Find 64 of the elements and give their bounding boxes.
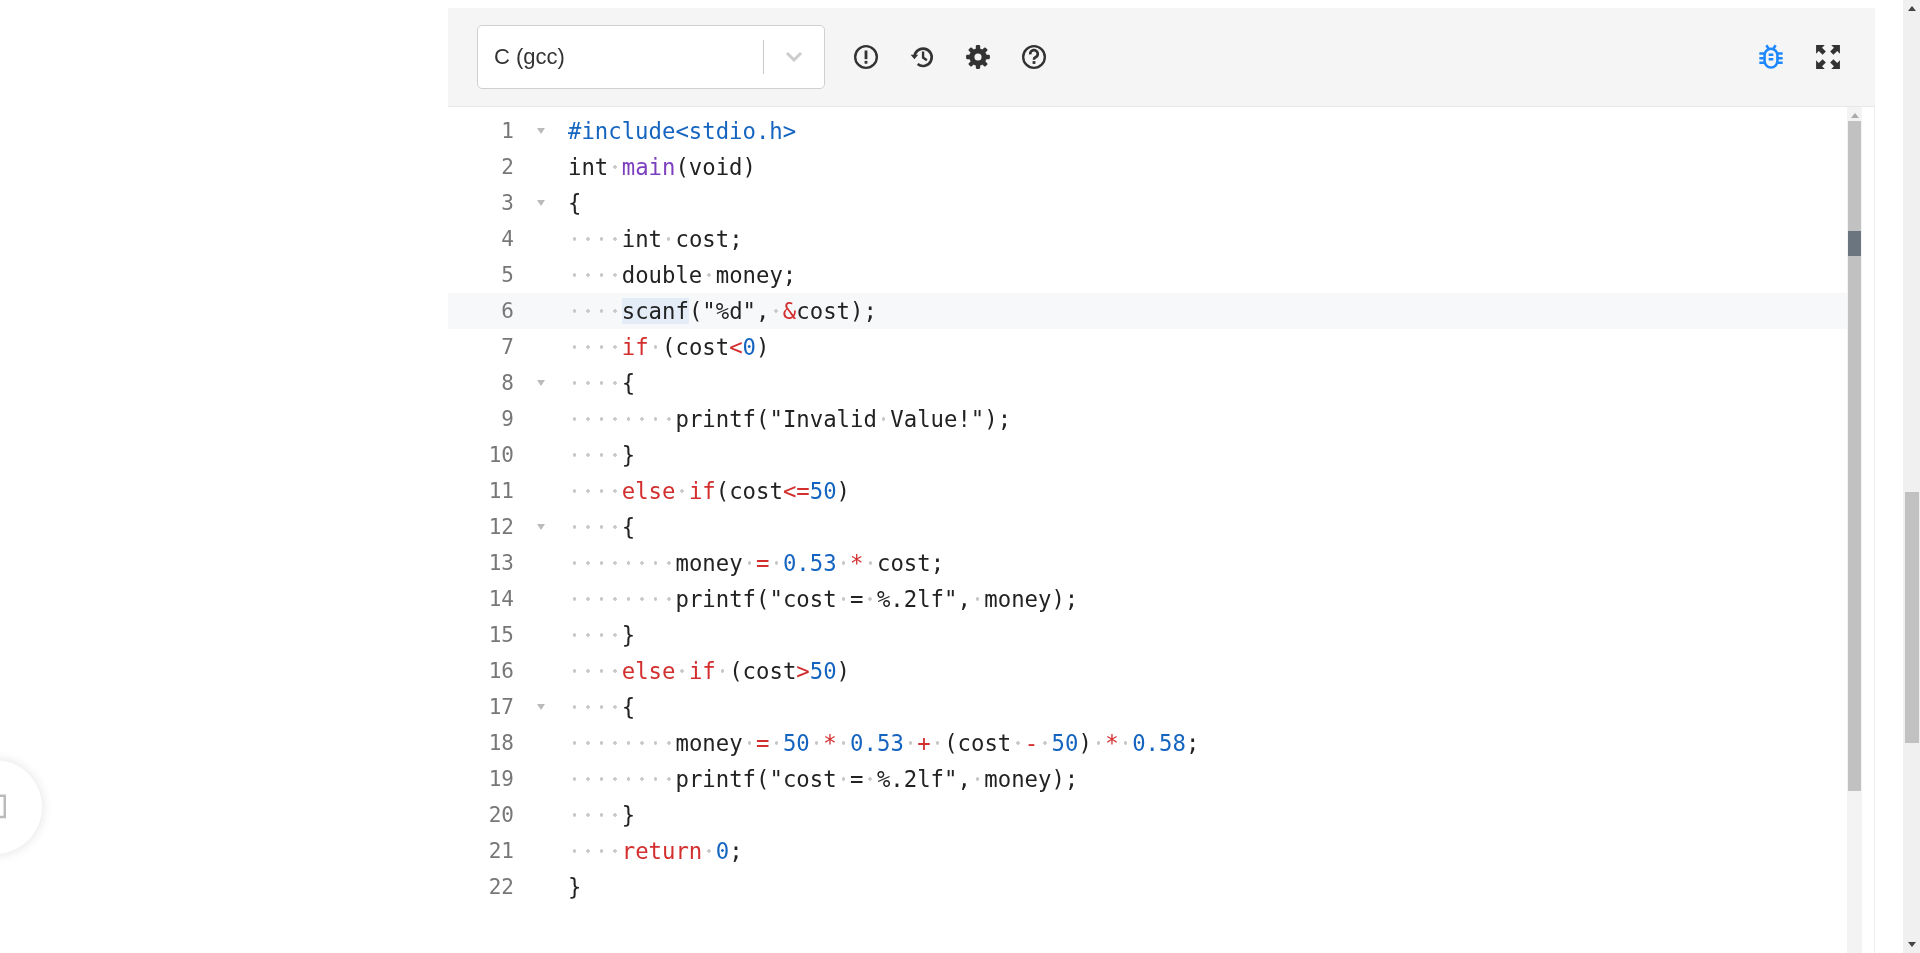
line-number: 14 — [487, 587, 514, 611]
code-line: double money; — [568, 262, 797, 288]
code-line: return 0; — [568, 838, 743, 864]
scroll-position-marker — [1848, 231, 1861, 256]
code-line: money = 0.53 * cost; — [568, 550, 945, 576]
line-number: 10 — [487, 443, 514, 467]
line-number: 9 — [500, 407, 514, 431]
code-line: { — [568, 190, 582, 216]
line-number: 3 — [500, 191, 514, 215]
line-number: 20 — [487, 803, 514, 827]
bug-icon[interactable] — [1757, 43, 1785, 71]
line-number: 6 — [500, 299, 514, 323]
line-number: 16 — [487, 659, 514, 683]
line-number: 12 — [487, 515, 514, 539]
code-line: { — [568, 514, 636, 540]
code-line: printf("cost = %.2lf", money); — [568, 586, 1079, 612]
fullscreen-icon[interactable] — [1815, 44, 1841, 70]
fold-arrow-icon[interactable] — [536, 703, 546, 711]
settings-icon[interactable] — [965, 44, 991, 70]
code-line: int cost; — [568, 226, 743, 252]
code-line: } — [568, 874, 582, 900]
fold-arrow-icon[interactable] — [536, 379, 546, 387]
code-line: #include<stdio.h> — [568, 118, 797, 144]
code-line: } — [568, 622, 636, 648]
line-number: 11 — [487, 479, 514, 503]
scroll-up-icon[interactable] — [1906, 4, 1917, 12]
fold-arrow-icon[interactable] — [536, 523, 546, 531]
code-line: } — [568, 802, 636, 828]
line-number: 22 — [487, 875, 514, 899]
code-line: else if(cost<=50) — [568, 478, 851, 504]
code-line: printf("Invalid Value!"); — [568, 406, 1012, 432]
code-line: else if (cost>50) — [568, 658, 851, 684]
chevron-down-icon — [784, 50, 804, 64]
line-number: 13 — [487, 551, 514, 575]
line-number: 4 — [500, 227, 514, 251]
code-line: { — [568, 694, 636, 720]
line-number: 19 — [487, 767, 514, 791]
editor-scrollbar[interactable] — [1847, 107, 1862, 953]
scrollbar-thumb[interactable] — [1904, 492, 1919, 743]
code-line: } — [568, 442, 636, 468]
code-line: int main(void) — [568, 154, 756, 180]
page-scrollbar[interactable] — [1903, 0, 1920, 953]
code-line: printf("cost = %.2lf", money); — [568, 766, 1079, 792]
fold-arrow-icon[interactable] — [536, 127, 546, 135]
code-line: if (cost<0) — [568, 334, 770, 360]
scrollbar-thumb[interactable] — [1848, 121, 1861, 791]
line-number: 21 — [487, 839, 514, 863]
code-line: money = 50 * 0.53 + (cost - 50) * 0.58; — [568, 730, 1200, 756]
line-number: 2 — [500, 155, 514, 179]
line-number: 17 — [487, 695, 514, 719]
history-icon[interactable] — [909, 44, 935, 70]
line-number: 5 — [500, 263, 514, 287]
alert-icon[interactable] — [853, 44, 879, 70]
line-number: 15 — [487, 623, 514, 647]
line-number: 1 — [500, 119, 514, 143]
help-icon[interactable] — [1021, 44, 1047, 70]
language-select[interactable]: C (gcc) — [477, 25, 825, 89]
code-line: { — [568, 370, 636, 396]
scroll-down-icon[interactable] — [1906, 941, 1917, 949]
code-line: scanf("%d", &cost); — [568, 298, 877, 324]
line-number: 18 — [487, 731, 514, 755]
fold-arrow-icon[interactable] — [536, 199, 546, 207]
line-number: 8 — [500, 371, 514, 395]
line-number: 7 — [500, 335, 514, 359]
